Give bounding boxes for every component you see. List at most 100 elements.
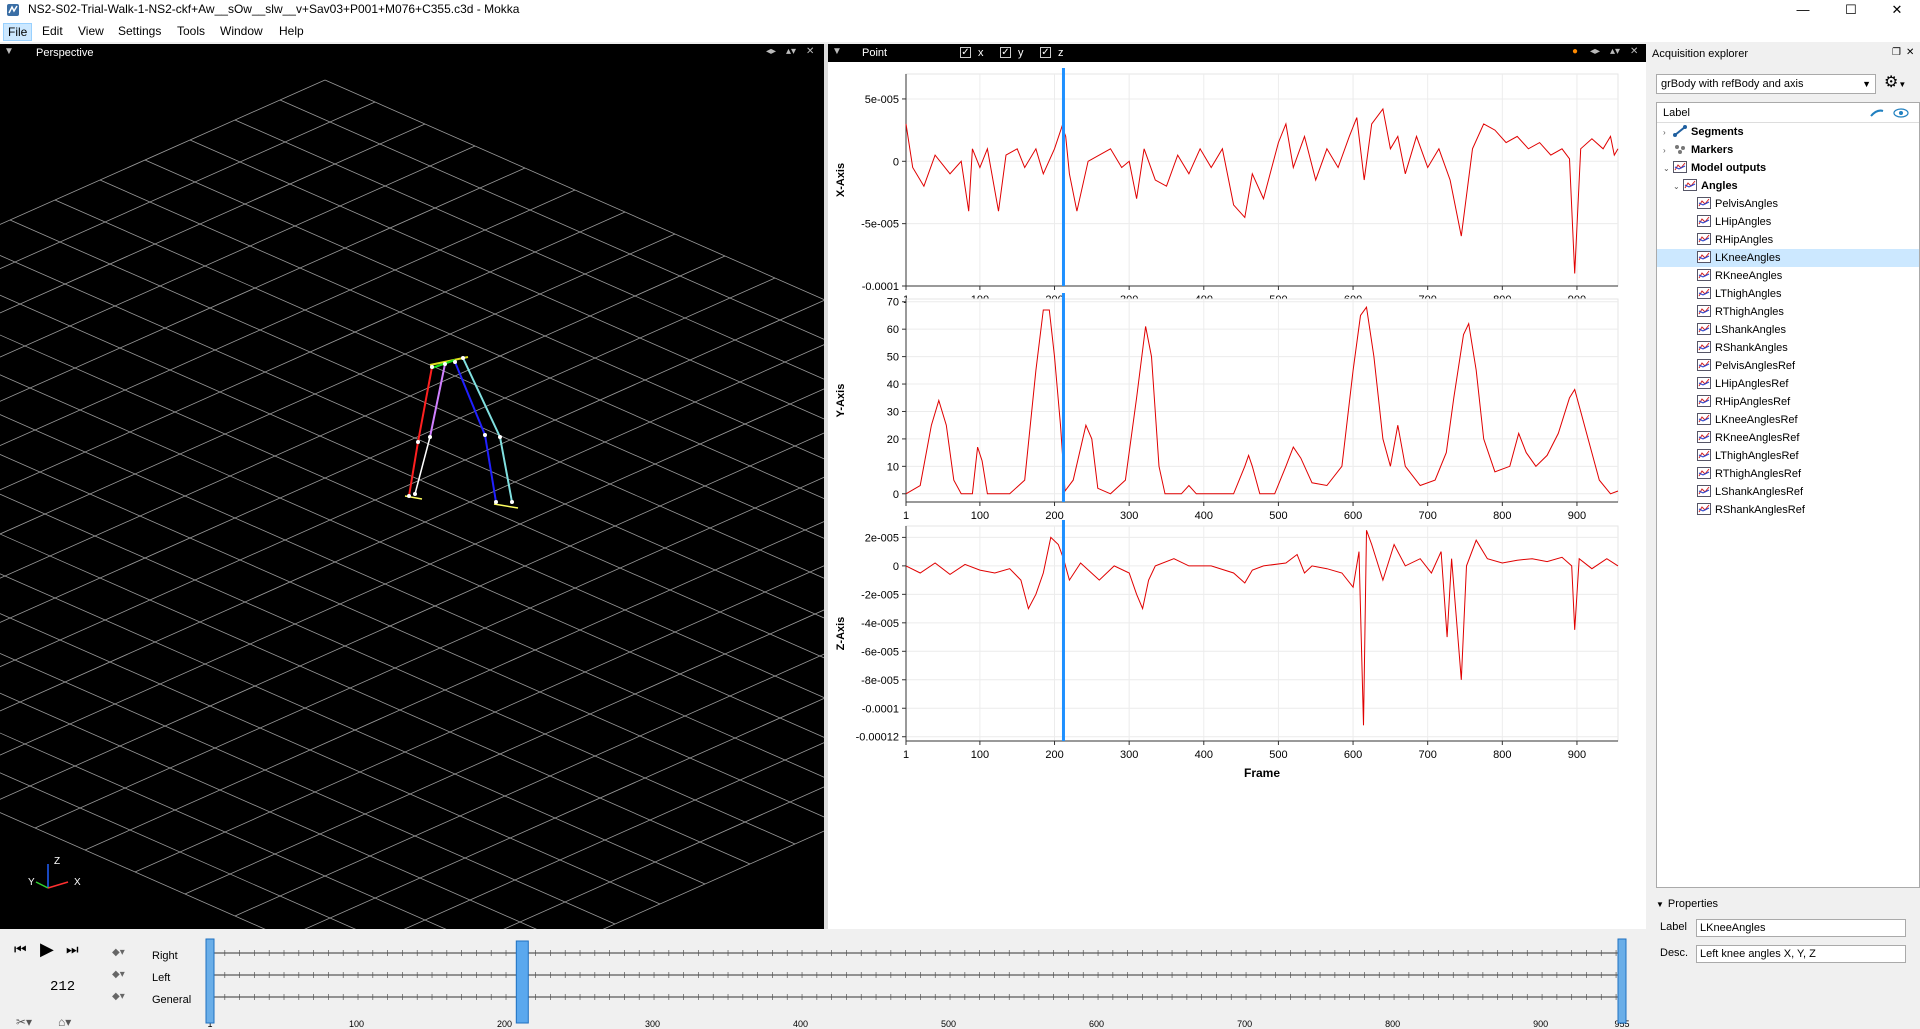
tree-group-angles[interactable]: ⌄ Angles [1657, 177, 1919, 195]
frame-tick-label: 800 [1385, 1019, 1400, 1029]
x-tick-label: 600 [1344, 510, 1362, 522]
frame-tick-label: 700 [1237, 1019, 1252, 1029]
close-window-button[interactable]: ✕ [1874, 0, 1920, 20]
tree-item[interactable]: LShankAngles [1657, 321, 1919, 339]
configuration-select[interactable]: grBody with refBody and axis ▼ [1656, 74, 1876, 94]
link-icon[interactable] [1869, 107, 1885, 119]
eye-icon[interactable] [1893, 106, 1909, 120]
chart-icon [1697, 377, 1711, 389]
tree-item[interactable]: RShankAnglesRef [1657, 501, 1919, 519]
tree-item-label: LThighAnglesRef [1715, 450, 1799, 462]
tree-item[interactable]: RShankAngles [1657, 339, 1919, 357]
timeline-ruler[interactable]: 1 100 200 300 400 500 600 700 800 900 955 [0, 931, 1646, 1029]
menu-tools[interactable]: Tools [173, 23, 209, 39]
y-tick-label: 60 [887, 324, 899, 336]
tree-item[interactable]: RHipAngles [1657, 231, 1919, 249]
dock-menu-icon[interactable]: ▼ [832, 46, 842, 57]
tree-item[interactable]: LKneeAnglesRef [1657, 411, 1919, 429]
tree-group-segments[interactable]: › Segments [1657, 123, 1919, 141]
tree-item[interactable]: PelvisAnglesRef [1657, 357, 1919, 375]
chart-icon [1697, 305, 1711, 317]
toggle-y-checkbox[interactable]: ✓ [1000, 47, 1011, 58]
expand-arrow-icon[interactable]: › [1663, 124, 1673, 142]
x-tick-label: 500 [1269, 749, 1287, 761]
menu-window[interactable]: Window [216, 23, 267, 39]
y-tick-label: 20 [887, 434, 899, 446]
perspective-label: Perspective [36, 47, 94, 59]
tree-item-label: LShankAngles [1715, 324, 1786, 336]
3d-viewport[interactable]: Z X Y [0, 62, 1426, 1005]
tree-item-label: LShankAnglesRef [1715, 486, 1804, 498]
expand-arrow-icon[interactable]: ⌄ [1673, 178, 1683, 196]
menu-settings[interactable]: Settings [114, 23, 165, 39]
tree-item[interactable]: LHipAnglesRef [1657, 375, 1919, 393]
float-icon[interactable]: ❐ [1892, 47, 1901, 58]
tree-item[interactable]: PelvisAngles [1657, 195, 1919, 213]
frame-tick-label: 200 [497, 1019, 512, 1029]
dock-swap-icon[interactable]: ◂▸ [1590, 46, 1600, 57]
tree-item-label: LThighAngles [1715, 288, 1782, 300]
y-axis-label: Y-Axis [835, 384, 847, 418]
tree-item[interactable]: RHipAnglesRef [1657, 393, 1919, 411]
acquisition-explorer: Acquisition explorer ❐ ✕ grBody with ref… [1648, 44, 1920, 1029]
point-chart-panel: ▼ Point ✓ x ✓ y ✓ z ● ◂▸ ▴▾ ✕ 5e-005 0 -5e… [828, 44, 1646, 929]
x-tick-label: 200 [1045, 510, 1063, 522]
dock-swap-icon[interactable]: ◂▸ [766, 46, 776, 57]
acquisition-tree[interactable]: Label › Segments › Markers ⌄ Model outputs ⌄ An… [1656, 102, 1920, 888]
dock-close-icon[interactable]: ✕ [806, 46, 814, 57]
expand-arrow-icon[interactable]: › [1663, 142, 1673, 160]
toggle-x-checkbox[interactable]: ✓ [960, 47, 971, 58]
charts-area[interactable]: 5e-0050-5e-005-0.00011100200300400500600… [828, 62, 1646, 929]
tree-item[interactable]: RThighAngles [1657, 303, 1919, 321]
minimize-button[interactable]: — [1780, 0, 1826, 20]
dock-close-icon[interactable]: ✕ [1630, 46, 1638, 57]
chart-icon [1697, 215, 1711, 227]
toggle-z-checkbox[interactable]: ✓ [1040, 47, 1051, 58]
tree-item[interactable]: RKneeAngles [1657, 267, 1919, 285]
tree-item-label: RShankAngles [1715, 342, 1788, 354]
description-field[interactable]: Left knee angles X, Y, Z [1696, 945, 1906, 963]
tree-group-model-outputs[interactable]: ⌄ Model outputs [1657, 159, 1919, 177]
tree-item[interactable]: RKneeAnglesRef [1657, 429, 1919, 447]
y-tick-label: 50 [887, 352, 899, 364]
chart-icon [1697, 323, 1711, 335]
menu-view[interactable]: View [74, 23, 108, 39]
record-icon[interactable]: ● [1572, 46, 1578, 57]
menu-help[interactable]: Help [275, 23, 308, 39]
axis-y-label: Y [28, 877, 35, 888]
menu-edit[interactable]: Edit [38, 23, 67, 39]
dock-menu-icon[interactable]: ▼ [4, 46, 14, 57]
expand-arrow-icon[interactable]: ⌄ [1663, 160, 1673, 178]
toggle-y-label: y [1018, 47, 1024, 59]
gear-icon[interactable]: ⚙▼ [1884, 74, 1912, 94]
label-field[interactable]: LKneeAngles [1696, 919, 1906, 937]
chart-icon [1697, 233, 1711, 245]
chart-icon [1697, 287, 1711, 299]
tree-item[interactable]: LThighAnglesRef [1657, 447, 1919, 465]
tree-item[interactable]: LKneeAngles [1657, 249, 1919, 267]
chart-icon [1697, 467, 1711, 479]
y-tick-label: 10 [887, 461, 899, 473]
dock-split-icon[interactable]: ▴▾ [1610, 46, 1620, 57]
tree-item-label: Model outputs [1691, 162, 1767, 174]
tree-group-markers[interactable]: › Markers [1657, 141, 1919, 159]
skeleton-model [404, 356, 519, 509]
menu-file[interactable]: File [3, 23, 33, 41]
y-tick-label: -0.0001 [862, 703, 899, 715]
chart-icon [1697, 251, 1711, 263]
tree-header-label: Label [1663, 107, 1690, 119]
tree-item[interactable]: RThighAnglesRef [1657, 465, 1919, 483]
range-start-handle[interactable] [205, 938, 215, 1024]
maximize-button[interactable]: ☐ [1828, 0, 1874, 20]
close-icon[interactable]: ✕ [1906, 47, 1914, 58]
range-end-handle[interactable] [1617, 938, 1627, 1024]
label-caption: Label [1660, 921, 1687, 933]
tree-item[interactable]: LHipAngles [1657, 213, 1919, 231]
dock-split-icon[interactable]: ▴▾ [786, 46, 796, 57]
explorer-title: Acquisition explorer [1652, 48, 1748, 60]
tree-item[interactable]: LThighAngles [1657, 285, 1919, 303]
current-frame-slider[interactable] [515, 940, 529, 1024]
collapse-icon[interactable]: ▼ [1656, 900, 1664, 909]
chart-1: 5e-0050-5e-005-0.00011100200300400500600… [835, 68, 1619, 306]
tree-item[interactable]: LShankAnglesRef [1657, 483, 1919, 501]
